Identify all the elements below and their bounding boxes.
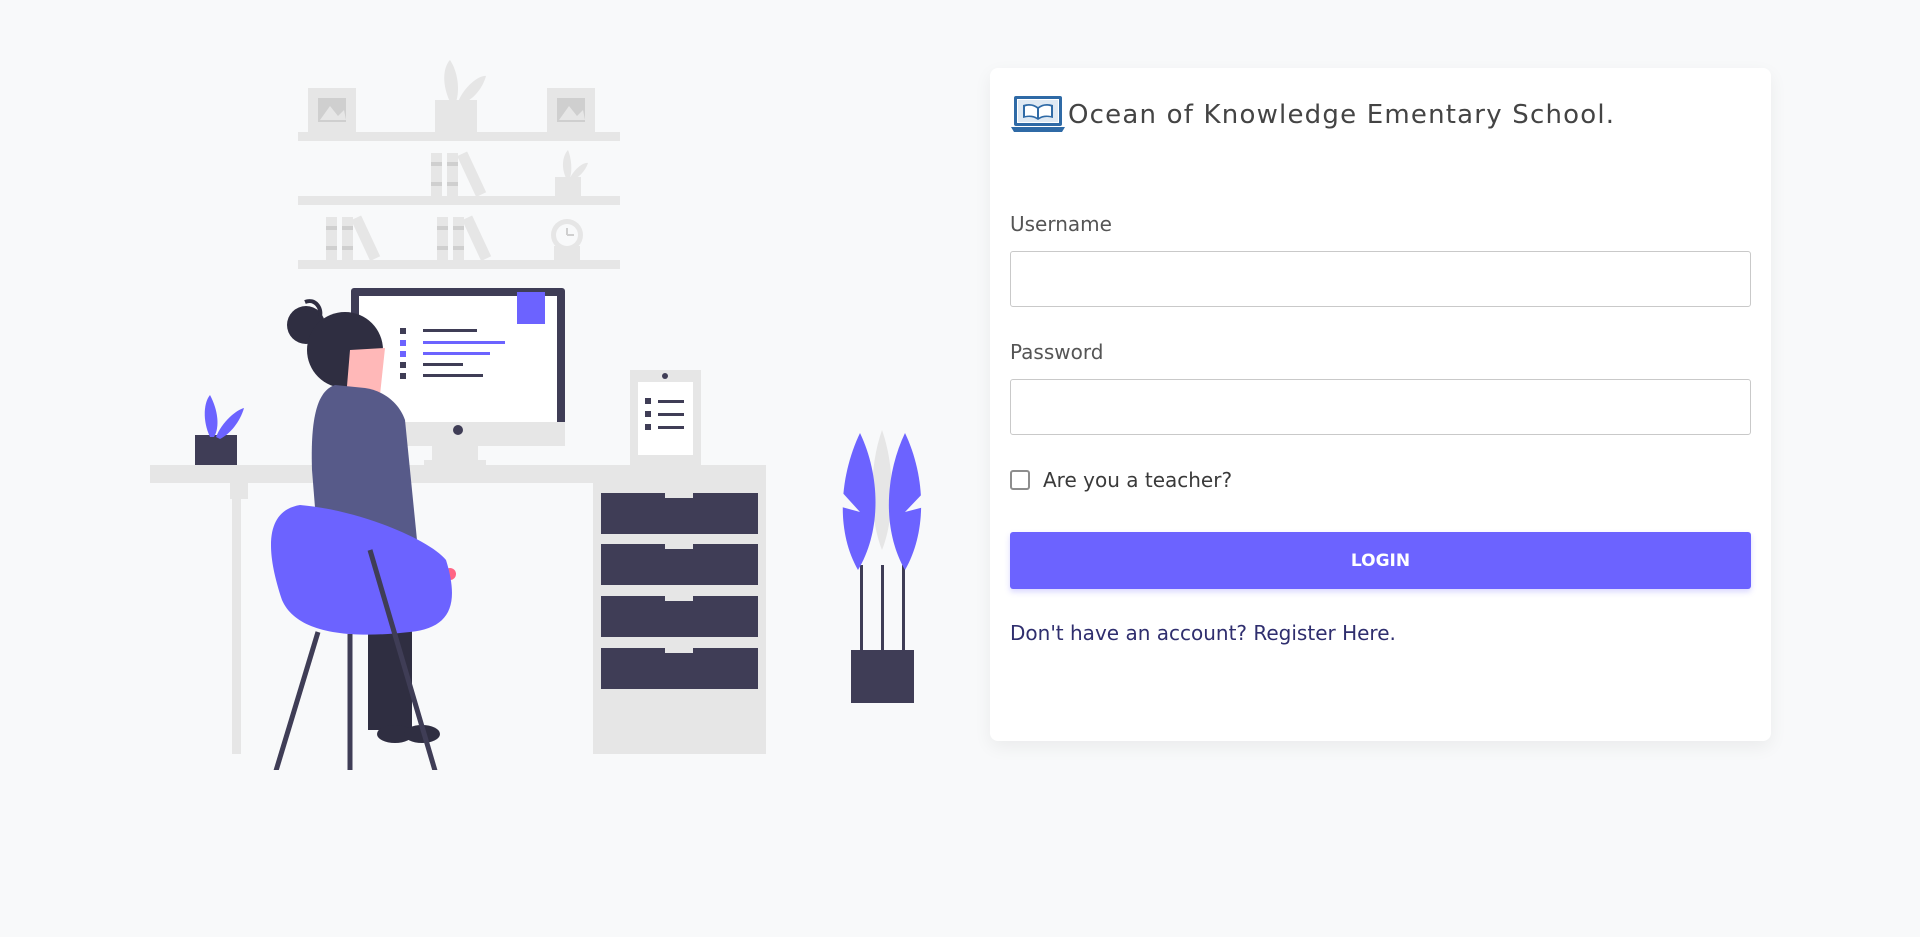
books-icon	[326, 215, 381, 261]
brand-header: Ocean of Knowledge Ementary School.	[1010, 94, 1615, 136]
login-button[interactable]: LOGIN	[1010, 532, 1751, 589]
bookshelf	[298, 60, 620, 269]
books-icon	[437, 215, 492, 261]
teacher-checkbox-label[interactable]: Are you a teacher?	[1043, 468, 1232, 492]
register-link[interactable]: Don't have an account? Register Here.	[1010, 621, 1396, 645]
picture-frame-icon	[308, 88, 356, 132]
desk-plant-icon	[195, 395, 244, 465]
laptop-book-icon	[1011, 96, 1065, 132]
desk	[150, 465, 766, 754]
login-page: Ocean of Knowledge Ementary School. User…	[0, 0, 1920, 937]
clipboard-icon	[630, 370, 701, 465]
chair-icon	[270, 505, 452, 770]
login-card: Ocean of Knowledge Ementary School. User…	[990, 68, 1771, 741]
school-name: Ocean of Knowledge Ementary School.	[1068, 100, 1616, 130]
shelf-plant-icon	[435, 60, 486, 132]
teacher-checkbox-row[interactable]: Are you a teacher?	[1010, 468, 1232, 492]
password-input[interactable]	[1010, 379, 1751, 435]
teacher-checkbox[interactable]	[1010, 470, 1030, 490]
clock-icon	[551, 219, 583, 260]
username-input[interactable]	[1010, 251, 1751, 307]
password-label: Password	[1010, 340, 1104, 364]
tall-plant-icon	[838, 430, 928, 703]
picture-frame-icon	[547, 88, 595, 132]
username-label: Username	[1010, 212, 1112, 236]
office-illustration	[150, 60, 928, 770]
books-icon	[431, 151, 487, 197]
shelf-plant-icon	[555, 150, 588, 196]
